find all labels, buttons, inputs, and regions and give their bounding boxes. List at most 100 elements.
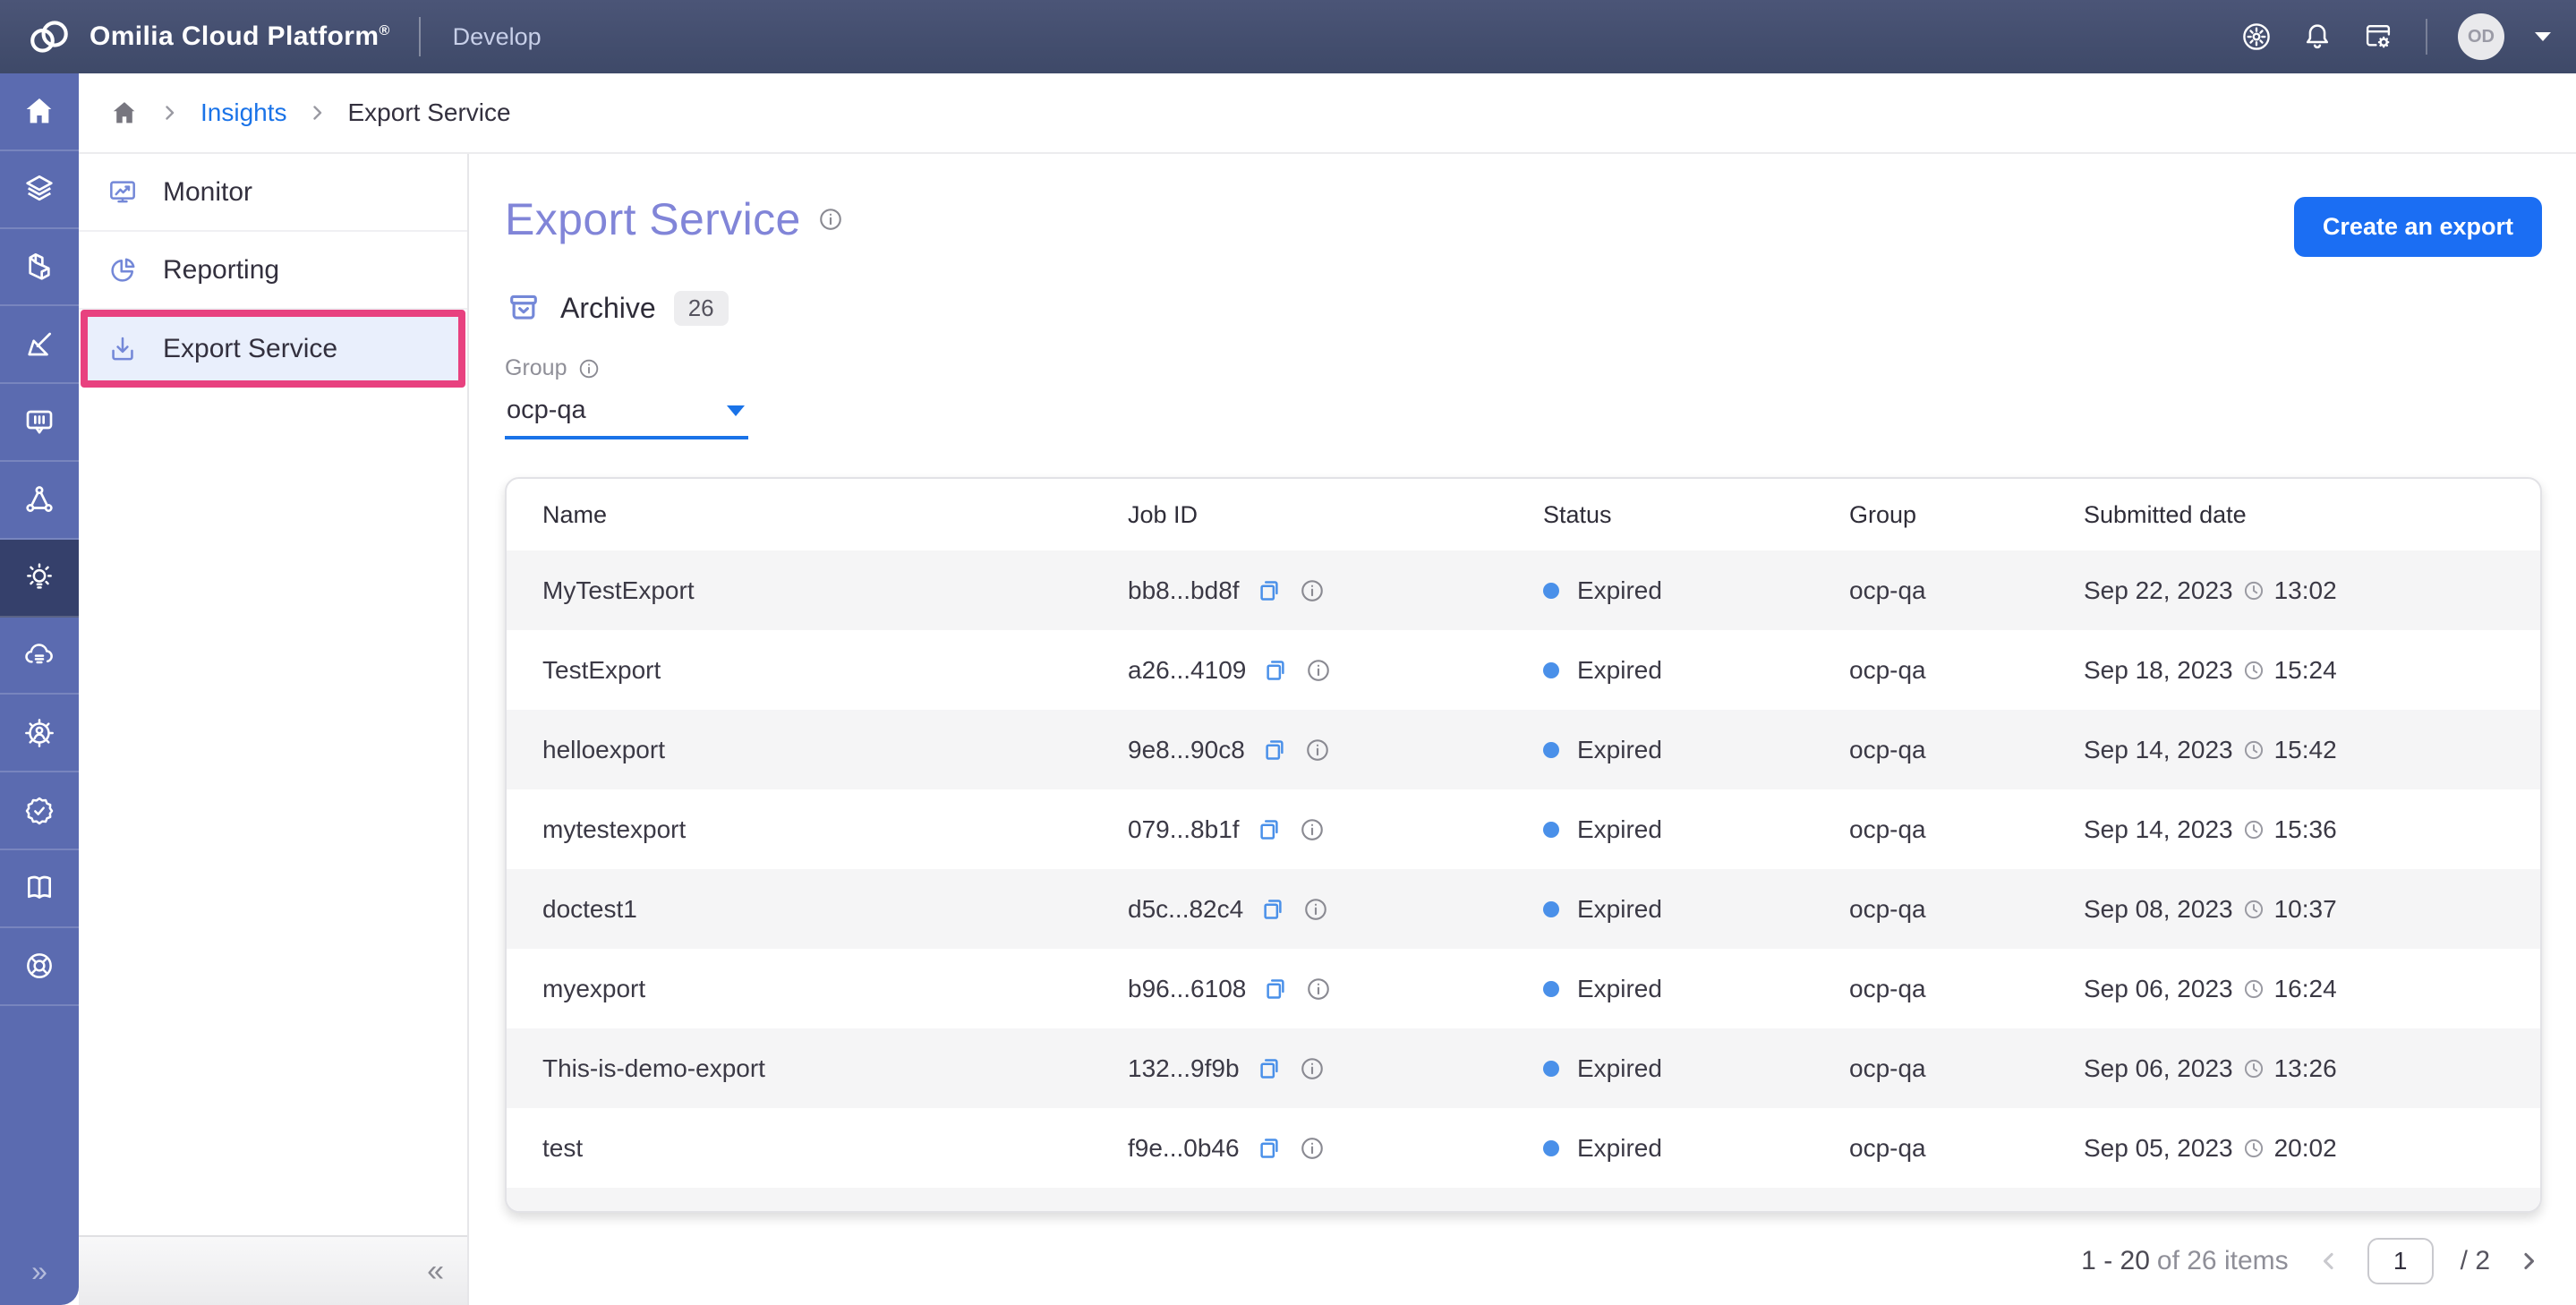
sidebar-item-user-management[interactable] xyxy=(0,695,79,772)
column-header-job-id[interactable]: Job ID xyxy=(1128,501,1543,529)
status-text: Expired xyxy=(1577,1134,1662,1163)
status-text: Expired xyxy=(1577,736,1662,764)
clock-icon xyxy=(2242,738,2265,762)
info-icon[interactable] xyxy=(1304,737,1331,763)
submenu-item-export-service[interactable]: Export Service xyxy=(81,310,465,388)
group-value: ocp-qa xyxy=(1849,1134,2084,1163)
table-row[interactable]: MyTestExport bb8...bd8f Expired ocp-qa S… xyxy=(507,550,2540,630)
group-select-dropdown[interactable]: ocp-qa xyxy=(505,381,748,439)
date-text: Sep 18, 2023 xyxy=(2084,656,2233,685)
cloud-icon xyxy=(21,637,57,673)
status-dot xyxy=(1543,1140,1559,1156)
table-row[interactable]: This-is-demo-export 132...9f9b Expired o… xyxy=(507,1028,2540,1108)
download-icon xyxy=(106,332,140,366)
copy-icon[interactable] xyxy=(1259,896,1286,923)
copy-icon[interactable] xyxy=(1256,1055,1283,1082)
submenu-item-monitor[interactable]: Monitor xyxy=(79,154,467,232)
sidebar-item-conversations[interactable] xyxy=(0,384,79,462)
copy-icon[interactable] xyxy=(1256,816,1283,843)
copy-icon[interactable] xyxy=(1262,657,1289,684)
export-name: mytestexport xyxy=(542,815,1128,844)
table-row[interactable]: helloexport 9e8...90c8 Expired ocp-qa Se… xyxy=(507,710,2540,789)
create-export-button[interactable]: Create an export xyxy=(2294,197,2542,257)
archive-count-badge: 26 xyxy=(674,291,729,326)
group-value: ocp-qa xyxy=(1849,895,2084,924)
title-info-icon[interactable] xyxy=(817,206,844,233)
sidebar-item-insights[interactable] xyxy=(0,540,79,618)
previous-page-icon[interactable] xyxy=(2316,1249,2341,1274)
group-value: ocp-qa xyxy=(1849,656,2084,685)
table-row-partial[interactable] xyxy=(507,1188,2540,1213)
top-bar: Omilia Cloud Platform® Develop OD xyxy=(0,0,2576,73)
submenu-label: Export Service xyxy=(163,334,337,364)
info-icon[interactable] xyxy=(1302,896,1329,923)
info-icon[interactable] xyxy=(1305,976,1332,1002)
info-icon[interactable] xyxy=(1299,1055,1326,1082)
sidebar-item-documentation[interactable] xyxy=(0,850,79,928)
submenu-label: Monitor xyxy=(163,177,252,208)
copy-icon[interactable] xyxy=(1256,1135,1283,1162)
console-settings-icon[interactable] xyxy=(2361,20,2395,54)
chat-bars-icon xyxy=(21,405,57,440)
avatar-menu-caret-icon[interactable] xyxy=(2535,32,2551,41)
gear-user-icon xyxy=(21,715,57,751)
notifications-bell-icon[interactable] xyxy=(2300,20,2334,54)
table-row[interactable]: TestExport a26...4109 Expired ocp-qa Sep… xyxy=(507,630,2540,710)
settings-icon[interactable] xyxy=(2239,20,2273,54)
primary-icon-sidebar: » xyxy=(0,73,79,1305)
sidebar-item-design[interactable] xyxy=(0,306,79,384)
info-icon[interactable] xyxy=(1305,657,1332,684)
sidebar-collapse-button[interactable]: « xyxy=(427,1256,444,1286)
status-dot xyxy=(1543,583,1559,599)
info-icon[interactable] xyxy=(1299,1135,1326,1162)
group-value: ocp-qa xyxy=(1849,975,2084,1003)
table-row[interactable]: doctest1 d5c...82c4 Expired ocp-qa Sep 0… xyxy=(507,869,2540,949)
time-text: 13:02 xyxy=(2274,576,2337,605)
sidebar-item-layers[interactable] xyxy=(0,151,79,229)
column-header-submitted-date[interactable]: Submitted date xyxy=(2084,501,2504,529)
sidebar-expand-button[interactable]: » xyxy=(0,1237,79,1305)
status-text: Expired xyxy=(1577,1054,1662,1083)
topbar-divider xyxy=(2426,19,2427,55)
user-avatar[interactable]: OD xyxy=(2458,13,2504,60)
sidebar-item-components[interactable] xyxy=(0,229,79,307)
copy-icon[interactable] xyxy=(1261,737,1288,763)
column-header-group[interactable]: Group xyxy=(1849,501,2084,529)
main-content: Export Service Create an export Archive … xyxy=(469,154,2576,1305)
pagination-range: 1 - 20 xyxy=(2081,1246,2150,1275)
clock-icon xyxy=(2242,1057,2265,1080)
sidebar-item-network[interactable] xyxy=(0,462,79,540)
sidebar-item-cloud-services[interactable] xyxy=(0,618,79,695)
pagination-total-items: of 26 items xyxy=(2157,1246,2289,1275)
book-icon xyxy=(21,870,57,906)
sidebar-item-home[interactable] xyxy=(0,73,79,151)
submenu-item-reporting[interactable]: Reporting xyxy=(79,232,467,310)
breadcrumb-home-icon[interactable] xyxy=(109,98,140,128)
table-row[interactable]: mytestexport 079...8b1f Expired ocp-qa S… xyxy=(507,789,2540,869)
sidebar-item-support[interactable] xyxy=(0,928,79,1006)
status-dot xyxy=(1543,901,1559,917)
info-icon[interactable] xyxy=(1299,577,1326,604)
next-page-icon[interactable] xyxy=(2517,1249,2542,1274)
clock-icon xyxy=(2242,579,2265,602)
breadcrumb-link-insights[interactable]: Insights xyxy=(200,98,287,127)
copy-icon[interactable] xyxy=(1256,577,1283,604)
app-window: Omilia Cloud Platform® Develop OD xyxy=(0,0,2576,1305)
column-header-status[interactable]: Status xyxy=(1543,501,1849,529)
layers-icon xyxy=(21,171,57,207)
secondary-sidebar: Monitor Reporting Export Service « xyxy=(79,154,469,1305)
sidebar-item-quality[interactable] xyxy=(0,772,79,850)
table-row[interactable]: myexport b96...6108 Expired ocp-qa Sep 0… xyxy=(507,949,2540,1028)
column-header-name[interactable]: Name xyxy=(542,501,1128,529)
topbar-section-label: Develop xyxy=(453,23,542,51)
group-info-icon[interactable] xyxy=(577,357,601,380)
status-dot xyxy=(1543,662,1559,678)
lightbulb-icon xyxy=(21,559,57,595)
info-icon[interactable] xyxy=(1299,816,1326,843)
exports-table: Name Job ID Status Group Submitted date … xyxy=(505,477,2542,1213)
submenu-label: Reporting xyxy=(163,255,279,286)
current-page-input[interactable]: 1 xyxy=(2367,1238,2434,1284)
date-text: Sep 05, 2023 xyxy=(2084,1134,2233,1163)
copy-icon[interactable] xyxy=(1262,976,1289,1002)
table-row[interactable]: test f9e...0b46 Expired ocp-qa Sep 05, 2… xyxy=(507,1108,2540,1188)
